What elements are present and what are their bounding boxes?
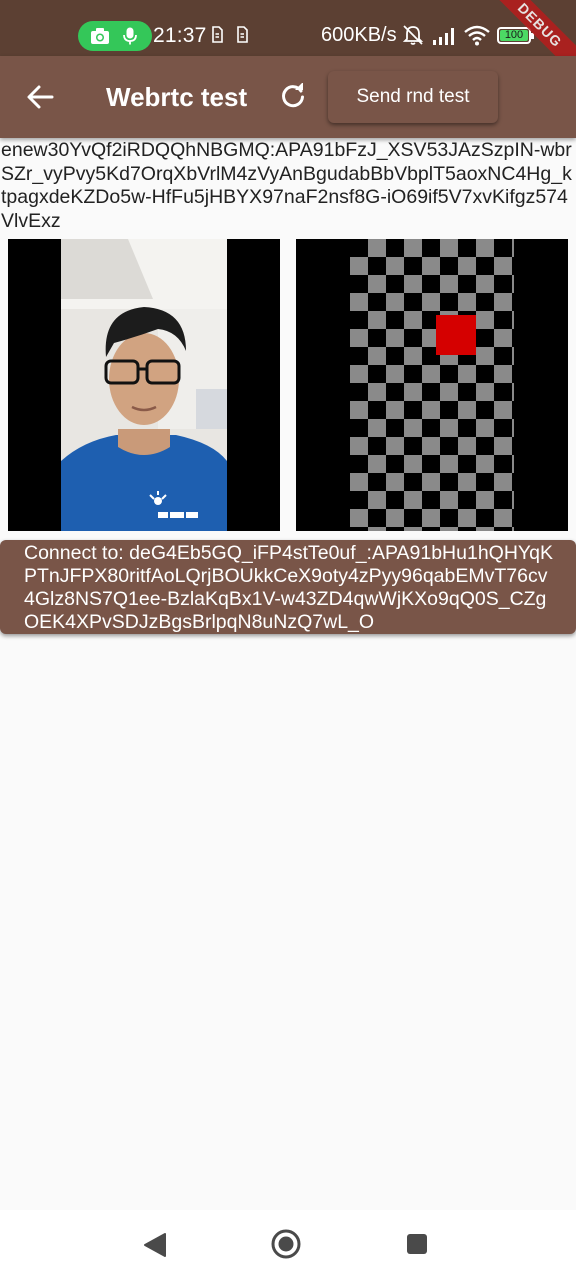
send-rnd-test-button[interactable]: Send rnd test <box>328 71 498 123</box>
camera-icon <box>91 28 109 44</box>
local-video-view <box>8 239 280 531</box>
refresh-icon[interactable] <box>280 83 306 109</box>
battery-level: 100 <box>500 30 528 41</box>
nav-home-icon[interactable] <box>270 1228 302 1260</box>
network-speed: 600KB/s <box>321 24 397 46</box>
local-token-text: enew30YvQf2iRDQQhNBGMQ:APA91bFzJ_XSV53JA… <box>1 139 572 232</box>
remote-test-pattern <box>296 239 568 531</box>
sim-icon <box>237 26 248 43</box>
page-title: Webrtc test <box>106 82 248 112</box>
battery-icon: 100 <box>497 27 534 44</box>
remote-video-view <box>296 239 568 531</box>
wifi-icon <box>464 25 490 46</box>
signal-icon <box>433 28 454 45</box>
nav-recents-icon[interactable] <box>406 1233 428 1255</box>
sim-icon <box>212 26 223 43</box>
connect-button-label: Connect to: deG4Eb5GQ_iFP4stTe0uf_:APA91… <box>24 542 553 633</box>
system-nav-bar <box>0 1210 576 1280</box>
app-bar: Webrtc test Send rnd test <box>0 56 576 138</box>
connect-button[interactable]: Connect to: deG4Eb5GQ_iFP4stTe0uf_:APA91… <box>0 540 576 634</box>
recording-indicator-pill[interactable] <box>78 21 152 51</box>
local-camera-feed <box>8 239 280 531</box>
notifications-off-icon <box>402 25 424 45</box>
nav-back-icon[interactable] <box>143 1232 167 1258</box>
back-arrow-icon[interactable] <box>26 84 54 110</box>
status-time: 21:37 <box>153 24 207 47</box>
microphone-icon <box>123 27 137 45</box>
status-bar: 21:37 600KB/s 100 DEBUG <box>0 0 576 83</box>
